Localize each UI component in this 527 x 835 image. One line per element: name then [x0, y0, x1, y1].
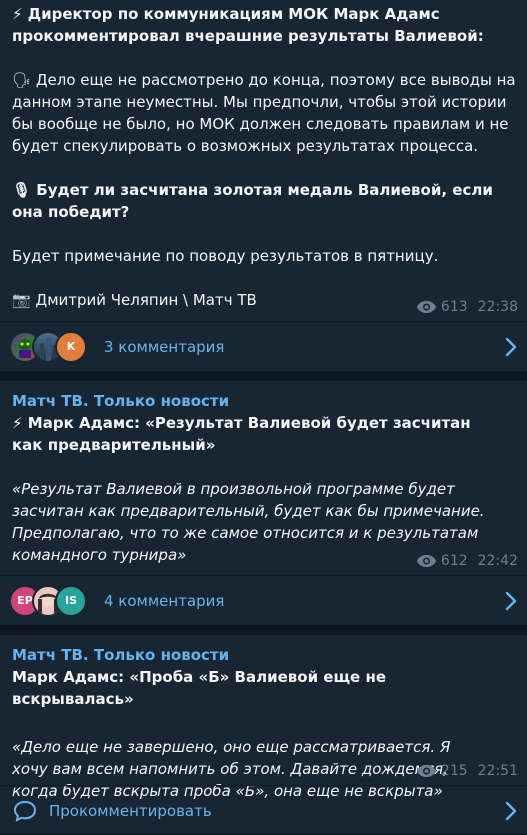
post-answer: Будет примечание по поводу результатов в…: [12, 247, 439, 265]
speaking-head-icon: 🗣: [12, 71, 32, 89]
camera-icon: 📷: [12, 291, 31, 309]
comments-count-link[interactable]: 3 комментария: [104, 338, 224, 356]
lightning-icon: ⚡: [12, 414, 23, 432]
channel-name[interactable]: Матч ТВ. Только новости: [12, 644, 515, 666]
eye-icon: [416, 300, 437, 314]
comments-bar[interactable]: K 3 комментария: [0, 321, 527, 371]
message-time: 22:42: [477, 553, 518, 569]
post-quote: 🗣 Дело еще не рассмотрено до конца, поэт…: [12, 71, 516, 155]
message-meta: 613 22:38: [416, 298, 518, 316]
message-meta: 215 22:51: [416, 762, 518, 780]
commenter-avatars: K: [9, 330, 87, 363]
message-time: 22:38: [477, 299, 518, 315]
comment-cta-label[interactable]: Прокомментировать: [49, 802, 212, 820]
message-post-3: Матч ТВ. Только новости Марк Адамс: «Про…: [0, 635, 527, 834]
post-question: 🎙 Будет ли засчитана золотая медаль Вали…: [12, 181, 493, 221]
lightning-icon: ⚡: [12, 5, 23, 23]
view-count: 215: [440, 763, 468, 779]
comment-button[interactable]: Прокомментировать: [0, 785, 527, 835]
post-headline: Марк Адамс: «Проба «Б» Валиевой еще не в…: [12, 668, 386, 708]
microphone-icon: 🎙: [12, 181, 32, 199]
eye-icon: [416, 554, 437, 568]
post-headline: ⚡ Директор по коммуникациям МОК Марк Ада…: [12, 5, 484, 45]
avatar-letter: IS: [55, 584, 87, 617]
channel-name[interactable]: Матч ТВ. Только новости: [12, 390, 515, 412]
message-post-1: ⚡ Директор по коммуникациям МОК Марк Ада…: [0, 0, 527, 371]
view-count: 613: [440, 299, 468, 315]
message-meta: 612 22:42: [416, 552, 518, 570]
chevron-right-icon: [505, 337, 517, 357]
post-headline: ⚡ Марк Адамс: «Результат Валиевой будет …: [12, 414, 471, 454]
eye-icon: [416, 764, 437, 778]
view-count: 612: [440, 553, 468, 569]
comments-bar[interactable]: EP IS 4 комментария: [0, 575, 527, 625]
message-post-2: Матч ТВ. Только новости ⚡ Марк Адамс: «Р…: [0, 381, 527, 625]
commenter-avatars: EP IS: [9, 584, 87, 617]
avatar-letter: K: [55, 330, 87, 363]
message-time: 22:51: [477, 763, 518, 779]
comment-bubble-icon: [13, 800, 37, 822]
comments-count-link[interactable]: 4 комментария: [104, 592, 224, 610]
chevron-right-icon: [505, 801, 517, 821]
chevron-right-icon: [505, 591, 517, 611]
